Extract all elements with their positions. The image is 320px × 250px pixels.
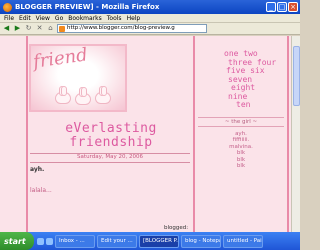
- taskbar-button[interactable]: untitled - Paint: [223, 234, 263, 248]
- blog-title: eVerlasting friendship: [36, 122, 186, 150]
- post-body: lalala...: [30, 187, 52, 194]
- number-line: ten: [198, 100, 284, 110]
- divider: [30, 162, 190, 163]
- taskbar-button[interactable]: Edit your ...: [97, 234, 137, 248]
- blog-title-line1: eVerlasting: [65, 121, 157, 136]
- reload-icon[interactable]: ↻: [24, 24, 33, 33]
- menu-tools[interactable]: Tools: [107, 15, 122, 22]
- menu-view[interactable]: View: [36, 15, 50, 22]
- taskbar-button[interactable]: blog - Notepad: [181, 234, 221, 248]
- back-icon[interactable]: ◀: [2, 24, 11, 33]
- forward-icon[interactable]: ▶: [13, 24, 22, 33]
- sidebar: one two three four five six seven eight …: [198, 49, 284, 170]
- post-date: Saturday, May 20, 2006: [77, 154, 143, 160]
- window-title: BLOGGER PREVIEW] - Mozilla Firefox: [15, 3, 160, 11]
- minimize-button[interactable]: _: [266, 2, 276, 12]
- address-bar[interactable]: http://www.blogger.com/blog-preview.g: [57, 24, 207, 33]
- number-word: six: [250, 66, 265, 75]
- right-border-stripe: [287, 36, 289, 232]
- sidebar-heading: ~ the girl ~: [198, 116, 284, 127]
- menu-edit[interactable]: Edit: [19, 15, 31, 22]
- main-column: eVerlasting friendship Saturday, May 20,…: [30, 42, 190, 232]
- menu-bookmarks[interactable]: Bookmarks: [68, 15, 102, 22]
- menu-go[interactable]: Go: [55, 15, 63, 22]
- taskbar-button-active[interactable]: [BLOGGER P...: [139, 234, 179, 248]
- sidebar-link[interactable]: blk: [198, 163, 284, 170]
- maximize-button[interactable]: □: [277, 2, 287, 12]
- scrollbar-thumb[interactable]: [293, 46, 300, 106]
- quick-launch-icon[interactable]: [46, 237, 53, 245]
- menu-file[interactable]: File: [4, 15, 14, 22]
- window-controls: _ □ ×: [266, 2, 298, 12]
- window-title-bar[interactable]: BLOGGER PREVIEW] - Mozilla Firefox _ □ ×: [0, 0, 300, 14]
- close-button[interactable]: ×: [288, 2, 298, 12]
- quick-launch: [37, 237, 53, 245]
- start-button[interactable]: start: [0, 232, 34, 250]
- navigation-toolbar: ◀ ▶ ↻ ✕ ⌂ http://www.blogger.com/blog-pr…: [0, 23, 300, 35]
- left-border-stripe: [26, 36, 28, 232]
- taskbar-button[interactable]: Inbox - ...: [55, 234, 95, 248]
- menu-bar: File Edit View Go Bookmarks Tools Help: [0, 14, 300, 23]
- blog-title-line2: friendship: [69, 135, 153, 150]
- number-list: one two three four five six seven eight …: [198, 49, 284, 110]
- post-byline: blogged:: [164, 225, 189, 231]
- sidebar-links: ayh. fiffiiiii. malvina. blk blk blk: [198, 131, 284, 170]
- middle-border-stripe: [193, 36, 195, 232]
- page-viewport: friend eVerlasting friendship Saturday, …: [0, 36, 300, 232]
- firefox-icon: [3, 2, 12, 12]
- quick-launch-icon[interactable]: [37, 237, 44, 245]
- vertical-scrollbar[interactable]: [291, 36, 300, 232]
- taskbar: start Inbox - ... Edit your ... [BLOGGER…: [0, 232, 300, 250]
- menu-help[interactable]: Help: [127, 15, 141, 22]
- home-icon[interactable]: ⌂: [46, 24, 55, 33]
- stop-icon[interactable]: ✕: [35, 24, 44, 33]
- post-title: ayh.: [30, 166, 45, 173]
- number-word: ten: [236, 100, 251, 109]
